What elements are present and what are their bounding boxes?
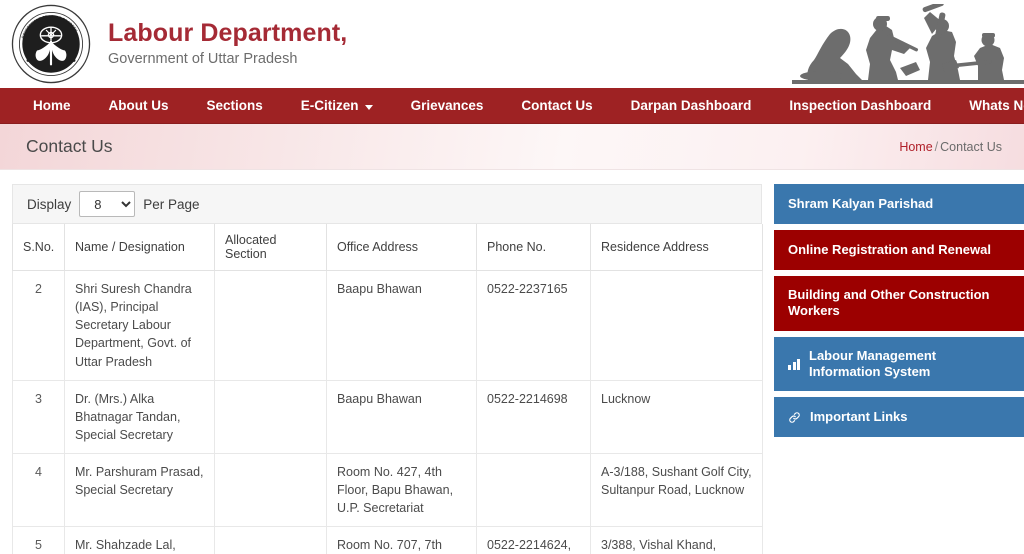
bar-chart-icon [788,358,800,370]
construction-workers-silhouette-icon [792,4,1024,84]
table-row: 3 Dr. (Mrs.) Alka Bhatnagar Tandan, Speci… [12,379,763,455]
per-page-label: Per Page [143,196,200,212]
nav-item-home[interactable]: Home [14,88,90,124]
site-title: Labour Department, [108,19,348,48]
cell-office-address: Baapu Bhawan [326,379,477,455]
column-header-allocated-section: Allocated Section [214,224,327,271]
contacts-table: S.No. Name / Designation Allocated Secti… [12,224,763,554]
column-header-name-designation: Name / Designation [64,224,215,271]
nav-item-whats-new[interactable]: Whats New [950,88,1024,124]
sidebar: Shram Kalyan Parishad Online Registratio… [774,184,1024,443]
cell-residence-address: A-3/188, Sushant Golf City, Sultanpur Ro… [590,452,763,528]
sidebar-item-building-and-other-construction-workers[interactable]: Building and Other Construction Workers [774,276,1024,331]
display-label: Display [27,196,72,212]
sidebar-item-label: Important Links [810,408,908,424]
nav-item-contact-us[interactable]: Contact Us [502,88,611,124]
column-header-phone-no: Phone No. [476,224,591,271]
cell-name-designation: Mr. Shahzade Lal, Joint Secretary [64,526,215,554]
sidebar-item-shram-kalyan-parishad[interactable]: Shram Kalyan Parishad [774,184,1024,224]
site-title-block: Labour Department, Government of Uttar P… [108,19,347,69]
cell-name-designation: Shri Suresh Chandra (IAS), Principal Sec… [64,270,215,381]
content-area: Display 8162432All Per Page S.No. Name /… [0,170,1024,554]
nav-item-about-us[interactable]: About Us [90,88,188,124]
table-header-row: S.No. Name / Designation Allocated Secti… [12,224,763,271]
main-column: Display 8162432All Per Page S.No. Name /… [12,184,763,554]
column-header-residence-address: Residence Address [590,224,763,271]
nav-item-grievances[interactable]: Grievances [392,88,503,124]
table-row: 5Mr. Shahzade Lal, Joint Secretary Room N… [12,526,763,554]
nav-item-label: Contact Us [521,98,593,113]
cell-residence-address: Lucknow [590,379,763,455]
nav-item-e-citizen[interactable]: E-Citizen [282,88,392,124]
cell-office-address: Baapu Bhawan [326,270,477,381]
cell-name-designation: Dr. (Mrs.) Alka Bhatnagar Tandan, Specia… [64,379,215,455]
sidebar-item-label: Online Registration and Renewal [788,241,991,257]
cell-phone-no: 0522-2237165 [476,270,591,381]
cell-office-address: Room No. 427, 4th Floor, Bapu Bhawan, U.… [326,452,477,528]
per-page-select[interactable]: 8162432All [79,191,136,217]
site-header: GOVERNMENT OF UTTAR PRADESH Labour Depar… [0,0,1024,88]
nav-item-label: Home [33,98,71,113]
main-navigation: Home About Us Sections E-Citizen Grievan… [0,88,1024,124]
cell-residence-address: 3/388, Vishal Khand, Gomti Nagar, Luckno… [590,526,763,554]
nav-item-inspection-dashboard[interactable]: Inspection Dashboard [770,88,950,124]
nav-item-darpan-dashboard[interactable]: Darpan Dashboard [612,88,771,124]
breadcrumb-link-home[interactable]: Home [899,140,932,154]
table-header: S.No. Name / Designation Allocated Secti… [12,224,763,271]
table-body: 2 Shri Suresh Chandra (IAS), Principal Se… [12,270,763,554]
cell-allocated-section [214,379,327,455]
sidebar-item-important-links[interactable]: Important Links [774,397,1024,437]
table-row: 4 Mr. Parshuram Prasad, Special Secretary… [12,452,763,528]
cell-allocated-section [214,452,327,528]
nav-item-label: E-Citizen [300,98,359,113]
cell-phone-no: 0522-2214698 [476,379,591,455]
site-subtitle: Government of Uttar Pradesh [108,51,298,68]
cell-name-designation: Mr. Parshuram Prasad, Special Secretary [64,452,215,528]
sidebar-item-online-registration-and-renewal[interactable]: Online Registration and Renewal [774,230,1024,270]
breadcrumb-bar: Contact Us Home / Contact Us [0,124,1024,170]
nav-item-label: Sections [206,98,263,113]
sidebar-item-label: Building and Other Construction Workers [788,287,990,319]
cell-office-address: Room No. 707, 7th Floor, Bapu Bhawan, U.… [326,526,477,554]
column-header-sno: S.No. [12,224,65,271]
nav-item-label: Grievances [410,98,484,113]
emblem-uttar-pradesh-icon: GOVERNMENT OF UTTAR PRADESH [11,4,91,84]
cell-sno: 3 [12,379,65,455]
nav-item-sections[interactable]: Sections [188,88,282,124]
column-header-office-address: Office Address [326,224,477,271]
display-per-page-bar: Display 8162432All Per Page [12,184,762,224]
cell-sno: 4 [12,452,65,528]
sidebar-item-label: Shram Kalyan Parishad [788,195,934,211]
breadcrumb-separator: / [934,139,939,154]
cell-allocated-section [214,270,327,381]
page-title: Contact Us [26,136,113,156]
cell-residence-address [590,270,763,381]
breadcrumb-current: Contact Us [940,139,1002,154]
nav-item-label: About Us [108,98,169,113]
cell-allocated-section [214,526,327,554]
cell-phone-no: 0522-2214624, 9454412100 [476,526,591,554]
breadcrumb: Home / Contact Us [899,140,1002,154]
nav-item-label: Whats New [969,98,1024,113]
sidebar-item-labour-management-information-system[interactable]: Labour Management Information System [774,336,1024,391]
nav-item-label: Darpan Dashboard [630,98,752,113]
table-row: 2 Shri Suresh Chandra (IAS), Principal Se… [12,270,763,381]
page-root: GOVERNMENT OF UTTAR PRADESH Labour Depar… [0,0,1024,554]
cell-sno: 5 [12,526,65,554]
link-icon [788,411,801,424]
cell-phone-no [476,452,591,528]
cell-sno: 2 [12,270,65,381]
chevron-down-icon [364,104,373,110]
nav-item-label: Inspection Dashboard [789,98,932,113]
sidebar-item-label: Labour Management Information System [809,347,937,379]
